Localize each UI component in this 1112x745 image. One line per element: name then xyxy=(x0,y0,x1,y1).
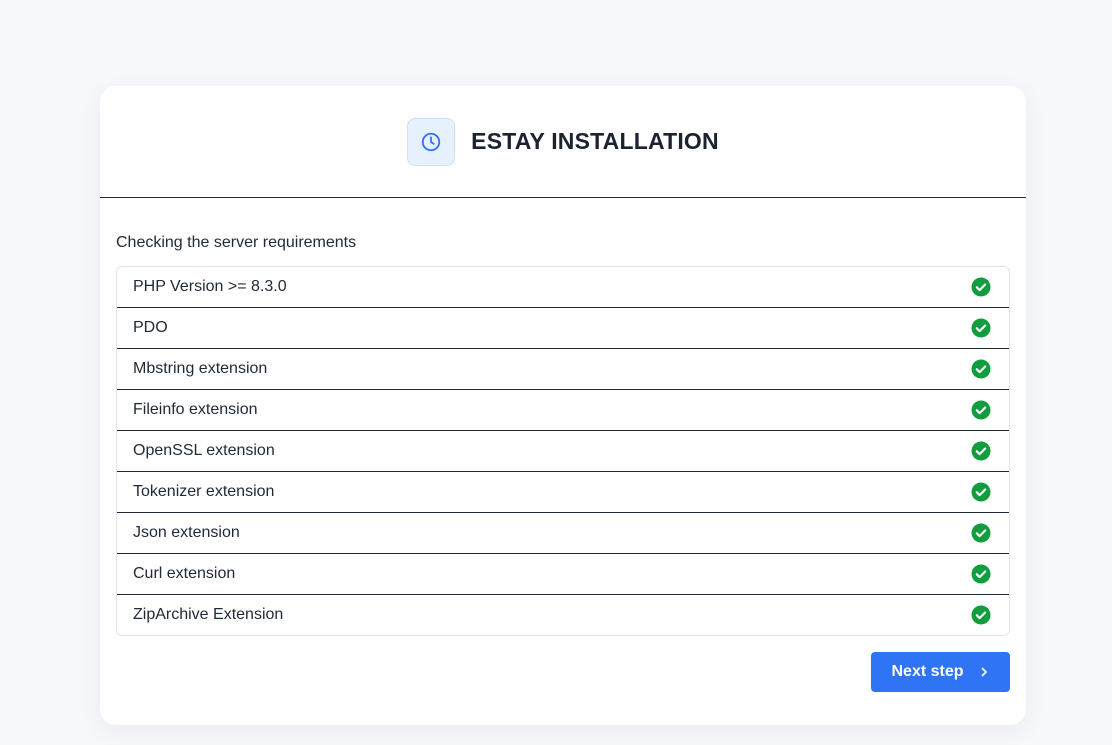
requirement-item: Json extension xyxy=(117,512,1009,553)
requirement-item: Fileinfo extension xyxy=(117,389,1009,430)
installer-card: ESTAY INSTALLATION Checking the server r… xyxy=(100,86,1026,725)
requirements-list: PHP Version >= 8.3.0 PDO Mbstring extens… xyxy=(116,266,1010,636)
requirement-item: PDO xyxy=(117,307,1009,348)
requirement-label: Tokenizer extension xyxy=(133,483,275,500)
check-circle-icon xyxy=(971,523,991,543)
requirement-label: Mbstring extension xyxy=(133,360,268,377)
next-step-label: Next step xyxy=(891,663,964,680)
requirement-label: ZipArchive Extension xyxy=(133,606,284,623)
requirements-heading: Checking the server requirements xyxy=(116,234,357,251)
requirement-item: Mbstring extension xyxy=(117,348,1009,389)
card-footer: Next step xyxy=(116,652,1010,692)
requirement-item: Curl extension xyxy=(117,553,1009,594)
check-circle-icon xyxy=(971,277,991,297)
card-header: ESTAY INSTALLATION xyxy=(100,86,1026,198)
card-body: Checking the server requirements PHP Ver… xyxy=(100,198,1026,692)
requirement-item: OpenSSL extension xyxy=(117,430,1009,471)
check-circle-icon xyxy=(971,400,991,420)
next-step-button[interactable]: Next step xyxy=(871,652,1010,692)
requirement-label: Curl extension xyxy=(133,565,236,582)
clock-icon xyxy=(421,132,441,151)
check-circle-icon xyxy=(971,605,991,625)
requirement-label: PHP Version >= 8.3.0 xyxy=(133,278,287,295)
check-circle-icon xyxy=(971,318,991,338)
check-circle-icon xyxy=(971,359,991,379)
requirement-item: Tokenizer extension xyxy=(117,471,1009,512)
check-circle-icon xyxy=(971,564,991,584)
requirement-label: PDO xyxy=(133,319,168,336)
page-title: ESTAY INSTALLATION xyxy=(471,128,719,154)
requirement-label: Fileinfo extension xyxy=(133,401,258,418)
requirement-item: ZipArchive Extension xyxy=(117,594,1009,635)
logo-badge xyxy=(407,117,456,166)
requirement-label: Json extension xyxy=(133,524,240,541)
requirement-item: PHP Version >= 8.3.0 xyxy=(117,267,1009,307)
requirement-label: OpenSSL extension xyxy=(133,442,275,459)
chevron-right-icon xyxy=(981,667,987,677)
check-circle-icon xyxy=(971,482,991,502)
check-circle-icon xyxy=(971,441,991,461)
